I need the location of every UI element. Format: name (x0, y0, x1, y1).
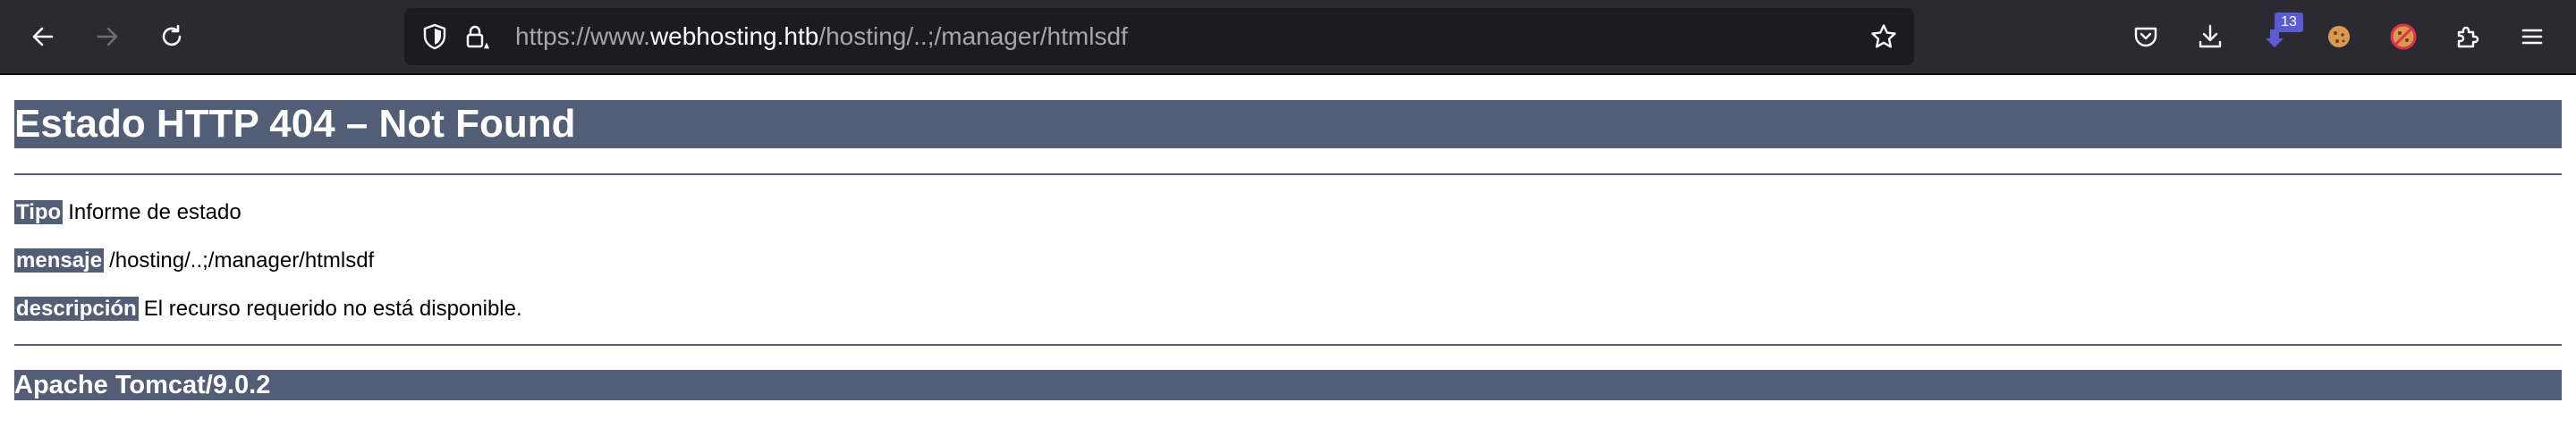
divider (14, 173, 2562, 175)
extension-badge-count: 13 (2275, 13, 2303, 32)
type-row: Tipo Informe de estado (14, 197, 242, 228)
extension-button-3[interactable] (2384, 17, 2423, 56)
type-value: Informe de estado (68, 200, 242, 224)
shield-icon[interactable] (420, 22, 449, 51)
arrow-left-icon (32, 27, 54, 46)
hamburger-menu-icon (2521, 29, 2543, 45)
menu-button[interactable] (2512, 17, 2552, 56)
download-icon (2199, 24, 2222, 48)
back-button[interactable] (23, 17, 63, 56)
arrow-right-icon (97, 27, 118, 46)
puzzle-icon (2457, 26, 2479, 48)
page-content: Estado HTTP 404 – Not Found Tipo Informe … (0, 75, 2576, 428)
url-host: webhosting.htb (649, 22, 819, 50)
url-text[interactable]: https://www.webhosting.htb/hosting/..;/m… (515, 8, 1128, 65)
pocket-icon (2134, 27, 2157, 47)
lock-warning-icon[interactable] (463, 22, 492, 51)
extension-button-2[interactable] (2319, 17, 2359, 56)
message-row: mensaje/hosting/..;/manager/htmlsdf (14, 246, 374, 276)
reload-button[interactable] (152, 17, 191, 56)
description-row: descripción El recurso requerido no está … (14, 294, 522, 324)
url-prefix: https://www. (515, 22, 650, 50)
browser-toolbar: https://www.webhosting.htb/hosting/..;/m… (0, 0, 2576, 73)
forward-button[interactable] (88, 17, 127, 56)
error-heading: Estado HTTP 404 – Not Found (14, 100, 2562, 148)
cookie-icon (2328, 26, 2350, 47)
description-value: El recurso requerido no está disponible. (143, 297, 522, 321)
star-icon[interactable] (1869, 22, 1898, 51)
message-value: /hosting/..;/manager/htmlsdf (109, 248, 375, 273)
message-label: mensaje (14, 248, 105, 273)
cookie-blocked-icon (2390, 23, 2417, 50)
divider (14, 344, 2562, 346)
url-path: /hosting/..;/manager/htmlsdf (818, 22, 1128, 50)
pocket-button[interactable] (2126, 17, 2165, 56)
reload-icon (162, 24, 182, 46)
server-footer: Apache Tomcat/9.0.2 (14, 370, 2562, 400)
extensions-button[interactable] (2448, 17, 2487, 56)
description-label: descripción (14, 297, 139, 321)
downloads-button[interactable] (2190, 17, 2230, 56)
url-bar[interactable]: https://www.webhosting.htb/hosting/..;/m… (404, 8, 1914, 65)
type-label: Tipo (14, 200, 64, 224)
